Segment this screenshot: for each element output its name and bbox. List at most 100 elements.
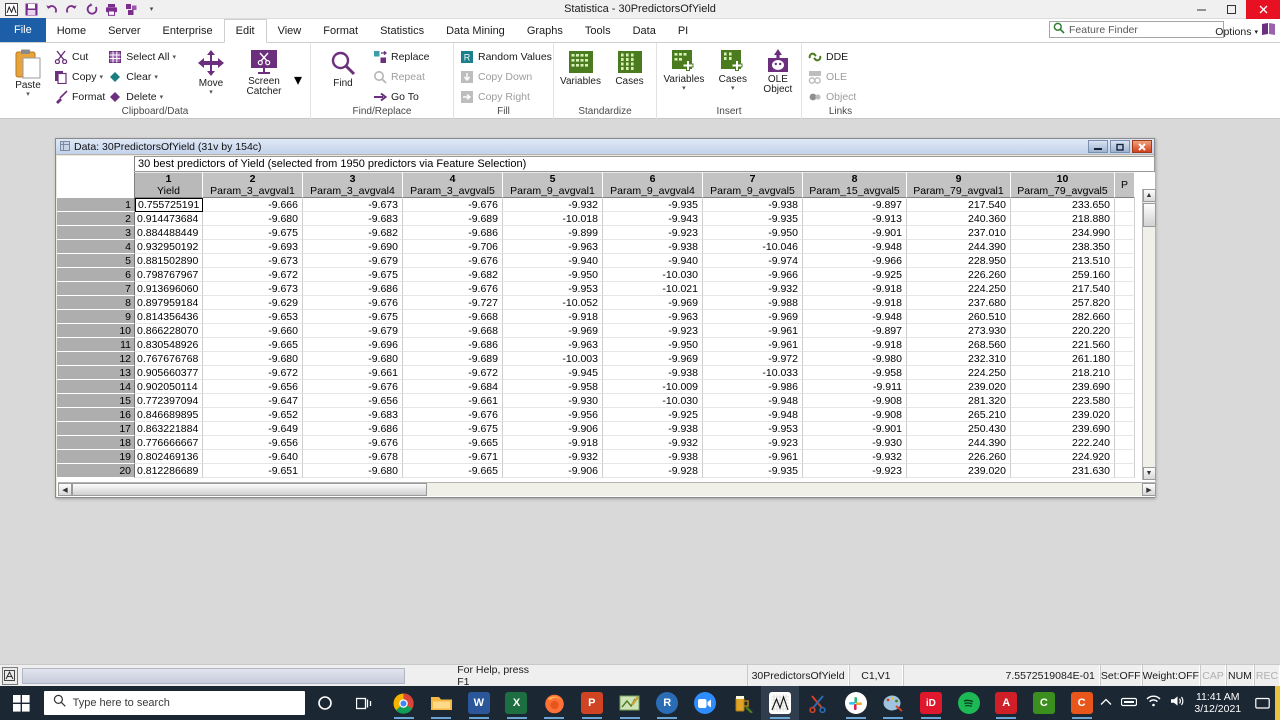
row-headers[interactable]: 1 2 3 4 5 6 7 8 9 10 11 12 13 14 15 16 17 18 19 20 <box>57 198 135 480</box>
table-cell[interactable]: 265.210 <box>907 408 1011 422</box>
spreadsheet-grid[interactable]: 1 2 3 4 5 6 7 8 9 10 11 12 13 14 15 16 17 18 19 20 0.755725… <box>57 198 1155 480</box>
table-cell[interactable]: -10.021 <box>603 282 703 296</box>
tab-graphs[interactable]: Graphs <box>516 19 574 42</box>
table-cell[interactable]: -9.945 <box>503 366 603 380</box>
table-cell[interactable]: 281.320 <box>907 394 1011 408</box>
table-cell[interactable]: 239.020 <box>1011 408 1115 422</box>
taskbar-app-camtasia-studio[interactable]: C <box>1063 686 1101 720</box>
table-cell[interactable]: -9.932 <box>803 450 907 464</box>
table-cell[interactable]: 239.690 <box>1011 422 1115 436</box>
table-cell[interactable]: -9.969 <box>703 310 803 324</box>
table-cell[interactable] <box>1115 268 1135 282</box>
table-cell[interactable]: -9.956 <box>503 408 603 422</box>
table-cell[interactable]: -9.963 <box>503 338 603 352</box>
table-cell[interactable] <box>1115 450 1135 464</box>
customize-caret-icon[interactable]: ▾ <box>143 1 160 17</box>
table-cell[interactable]: -9.988 <box>703 296 803 310</box>
taskbar-app-chrome[interactable] <box>385 686 423 720</box>
table-cell[interactable]: -9.961 <box>703 324 803 338</box>
table-cell[interactable]: 0.902050114 <box>135 380 203 394</box>
table-cell[interactable]: -9.953 <box>703 422 803 436</box>
windows-start-icon[interactable] <box>0 686 44 720</box>
table-cell[interactable]: 237.010 <box>907 226 1011 240</box>
table-cell[interactable]: 250.430 <box>907 422 1011 436</box>
table-cell[interactable]: -9.923 <box>703 436 803 450</box>
table-cell[interactable]: -10.052 <box>503 296 603 310</box>
table-cell[interactable]: -9.899 <box>503 226 603 240</box>
table-cell[interactable]: 226.260 <box>907 268 1011 282</box>
table-cell[interactable]: -9.680 <box>203 352 303 366</box>
table-cell[interactable]: -9.948 <box>803 240 907 254</box>
table-cell[interactable]: 0.802469136 <box>135 450 203 464</box>
table-cell[interactable]: -9.938 <box>603 422 703 436</box>
horizontal-scroll-thumb[interactable] <box>72 483 427 496</box>
table-cell[interactable]: 239.020 <box>907 464 1011 478</box>
table-cell[interactable]: 260.510 <box>907 310 1011 324</box>
table-cell[interactable]: -9.901 <box>803 226 907 240</box>
table-cell[interactable]: 228.950 <box>907 254 1011 268</box>
column-header-P[interactable]: P <box>1115 172 1135 198</box>
table-cell[interactable]: -9.676 <box>303 436 403 450</box>
ole-object-button[interactable]: OLE Object <box>760 46 796 95</box>
table-cell[interactable]: 0.830548926 <box>135 338 203 352</box>
insert-cases-caret-icon[interactable]: ▾ <box>731 85 735 92</box>
table-cell[interactable]: -9.679 <box>303 324 403 338</box>
table-cell[interactable]: -9.629 <box>203 296 303 310</box>
export-icon[interactable] <box>123 1 140 17</box>
taskbar-app-word[interactable]: W <box>460 686 498 720</box>
table-cell[interactable]: 223.580 <box>1011 394 1115 408</box>
row-header[interactable]: 15 <box>57 394 135 408</box>
table-row[interactable]: 0.863221884 -9.649 -9.686 -9.675 -9.906 -9.93… <box>135 422 1155 436</box>
table-cell[interactable]: -9.672 <box>203 268 303 282</box>
table-cell[interactable]: -9.935 <box>703 464 803 478</box>
table-cell[interactable]: -9.649 <box>203 422 303 436</box>
table-cell[interactable] <box>1115 282 1135 296</box>
redo-icon[interactable] <box>63 1 80 17</box>
task-view-icon[interactable] <box>345 686 385 720</box>
table-cell[interactable]: 221.560 <box>1011 338 1115 352</box>
table-cell[interactable]: -9.938 <box>603 240 703 254</box>
table-cell[interactable]: -9.925 <box>803 268 907 282</box>
copy-caret-icon[interactable]: ▾ <box>100 73 104 81</box>
table-cell[interactable]: -9.665 <box>203 338 303 352</box>
row-header[interactable]: 3 <box>57 226 135 240</box>
table-cell[interactable]: -9.665 <box>403 464 503 478</box>
table-cell[interactable]: 0.913696060 <box>135 282 203 296</box>
table-cell[interactable]: -9.673 <box>303 198 403 212</box>
table-cell[interactable]: 239.690 <box>1011 380 1115 394</box>
table-cell[interactable]: 244.390 <box>907 240 1011 254</box>
tab-statistics[interactable]: Statistics <box>369 19 435 42</box>
insert-variables-caret-icon[interactable]: ▾ <box>682 85 686 92</box>
table-cell[interactable]: -9.935 <box>603 198 703 212</box>
table-row[interactable]: 0.866228070 -9.660 -9.679 -9.668 -9.969 -9.92… <box>135 324 1155 338</box>
options-menu[interactable]: Options ▾ <box>1215 22 1276 41</box>
cut-button[interactable]: Cut <box>53 48 105 66</box>
table-cell[interactable] <box>1115 436 1135 450</box>
table-cell[interactable]: 0.798767967 <box>135 268 203 282</box>
table-row[interactable]: 0.902050114 -9.656 -9.676 -9.684 -9.958 -10.0… <box>135 380 1155 394</box>
volume-icon[interactable] <box>1170 694 1185 712</box>
screen-catcher-caret-icon[interactable]: ▾ <box>294 70 302 106</box>
paste-caret-icon[interactable]: ▾ <box>26 91 30 98</box>
notification-icon[interactable] <box>1250 686 1274 720</box>
help-book-icon[interactable] <box>1261 22 1276 41</box>
clear-button[interactable]: Clear ▾ <box>107 68 176 86</box>
table-cell[interactable]: -9.668 <box>403 324 503 338</box>
table-cell[interactable] <box>1115 422 1135 436</box>
table-cell[interactable]: -9.693 <box>203 240 303 254</box>
table-cell[interactable]: -9.672 <box>403 366 503 380</box>
table-cell[interactable]: -9.961 <box>703 450 803 464</box>
table-cell[interactable]: -9.948 <box>703 408 803 422</box>
table-cell[interactable]: -9.647 <box>203 394 303 408</box>
taskbar-app-acrobat[interactable]: A <box>987 686 1025 720</box>
table-cell[interactable]: -9.640 <box>203 450 303 464</box>
taskbar-app-paint[interactable] <box>874 686 912 720</box>
table-cell[interactable]: -10.030 <box>603 394 703 408</box>
table-cell[interactable]: -9.679 <box>303 254 403 268</box>
column-header-Param_79_avgval1[interactable]: 9 Param_79_avgval1 <box>907 172 1011 198</box>
table-cell[interactable]: 217.540 <box>1011 282 1115 296</box>
table-cell[interactable]: -9.969 <box>603 352 703 366</box>
column-headers[interactable]: 1 Yield 2 Param_3_avgval1 3 Param_3_avgval4 4 P… <box>135 172 1155 198</box>
table-cell[interactable]: -9.676 <box>403 254 503 268</box>
table-cell[interactable]: 238.350 <box>1011 240 1115 254</box>
